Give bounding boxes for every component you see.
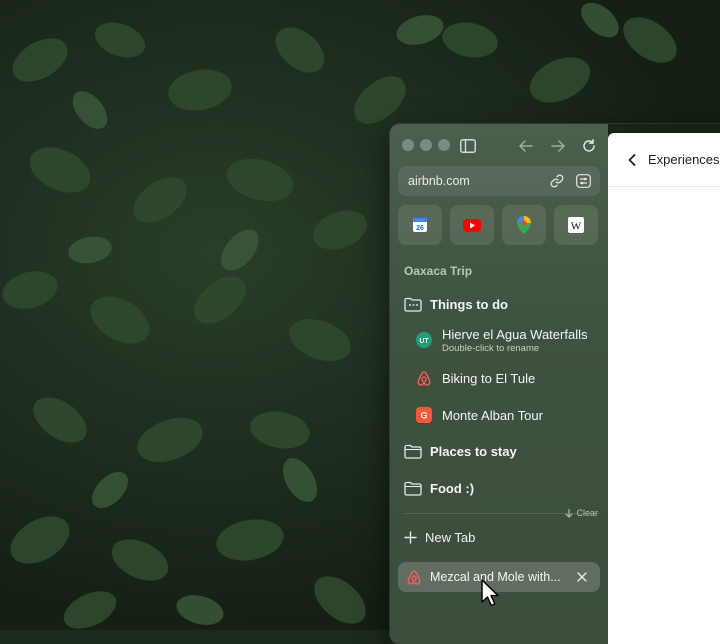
tab-label: Monte Alban Tour <box>442 407 543 423</box>
address-bar[interactable]: airbnb.com <box>398 166 600 196</box>
tab-hierve-el-agua[interactable]: UT Hierve el Agua Waterfalls Double-clic… <box>398 324 600 356</box>
wikipedia-icon: W <box>568 217 584 233</box>
new-tab-label: New Tab <box>425 530 476 545</box>
svg-text:W: W <box>571 221 582 233</box>
pinned-maps[interactable] <box>502 205 546 245</box>
folder-label: Food :) <box>430 480 475 496</box>
ut-icon: UT <box>416 332 432 348</box>
site-settings-icon[interactable] <box>574 172 592 190</box>
maps-icon <box>517 216 531 234</box>
window-toolbar <box>390 136 608 156</box>
folder-icon <box>404 444 422 459</box>
close-window-button[interactable] <box>402 139 414 151</box>
youtube-icon <box>463 218 481 232</box>
new-tab-button[interactable]: New Tab <box>404 530 475 545</box>
airbnb-icon <box>406 569 422 585</box>
pinned-favorites: 26 W <box>398 205 600 245</box>
pinned-youtube[interactable] <box>450 205 494 245</box>
folder-open-icon <box>404 297 422 312</box>
close-tab-icon[interactable] <box>574 569 590 585</box>
svg-text:26: 26 <box>416 225 424 232</box>
mouse-cursor-icon <box>481 579 499 607</box>
link-icon[interactable] <box>548 172 566 190</box>
arrow-down-icon <box>565 508 574 518</box>
page-content: Experiences <box>608 133 720 644</box>
space-title: Oaxaca Trip <box>404 264 473 278</box>
folder-label: Things to do <box>430 296 508 312</box>
clear-tabs-button[interactable]: Clear <box>565 508 598 518</box>
folder-things-to-do[interactable]: Things to do <box>398 292 606 316</box>
pinned-calendar[interactable]: 26 <box>398 205 442 245</box>
clear-label: Clear <box>576 508 598 518</box>
svg-text:G: G <box>420 411 427 421</box>
pinned-wikipedia[interactable]: W <box>554 205 598 245</box>
url-text: airbnb.com <box>408 174 470 188</box>
svg-text:UT: UT <box>419 338 429 344</box>
tab-monte-alban[interactable]: G Monte Alban Tour <box>398 405 600 425</box>
folder-food[interactable]: Food :) <box>398 476 606 500</box>
airbnb-icon <box>416 370 432 386</box>
minimize-window-button[interactable] <box>420 139 432 151</box>
folder-label: Places to stay <box>430 443 517 459</box>
back-arrow-icon[interactable] <box>516 136 536 156</box>
tab-label: Hierve el Agua Waterfalls <box>442 326 588 342</box>
browser-window: airbnb.com 26 W Oaxaca Trip Things to do… <box>390 124 720 644</box>
rename-hint: Double-click to rename <box>442 342 540 354</box>
page-heading: Experiences <box>648 152 720 167</box>
folder-places-to-stay[interactable]: Places to stay <box>398 439 606 463</box>
reload-icon[interactable] <box>579 136 599 156</box>
calendar-icon: 26 <box>413 218 427 232</box>
content-header: Experiences <box>608 133 720 187</box>
getyourguide-icon: G <box>416 407 432 423</box>
folder-icon <box>404 481 422 496</box>
zoom-window-button[interactable] <box>438 139 450 151</box>
forward-arrow-icon[interactable] <box>548 136 568 156</box>
plus-icon <box>404 531 417 544</box>
sidebar-toggle-icon[interactable] <box>458 136 478 156</box>
tab-label: Biking to El Tule <box>442 370 536 386</box>
sidebar: airbnb.com 26 W Oaxaca Trip Things to do… <box>390 124 608 644</box>
chevron-left-icon[interactable] <box>628 153 636 166</box>
tab-biking-el-tule[interactable]: Biking to El Tule <box>398 368 600 388</box>
